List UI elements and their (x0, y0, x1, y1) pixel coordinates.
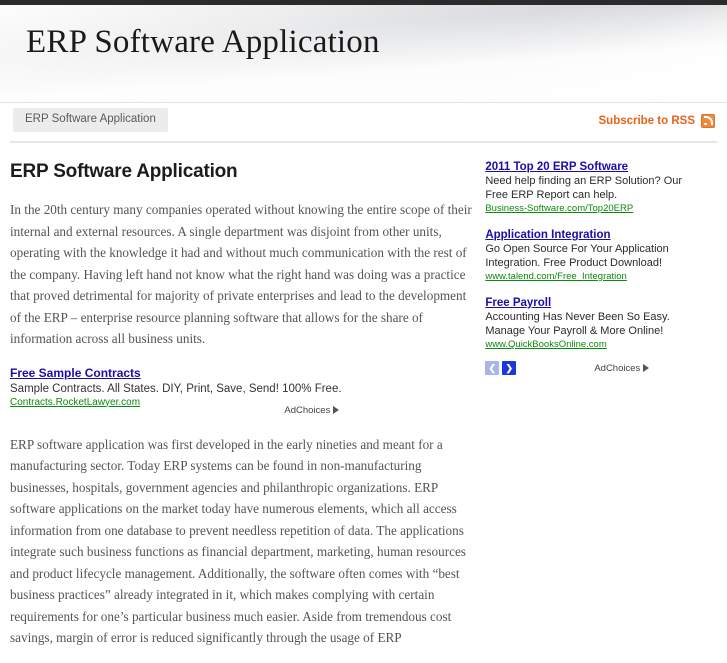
sidebar-adchoices[interactable]: AdChoices (594, 362, 650, 374)
main-content: ERP Software Application In the 20th cen… (10, 143, 479, 663)
inline-ad-url[interactable]: Contracts.RocketLawyer.com (10, 397, 479, 408)
page-body: ERP Software Application In the 20th cen… (0, 143, 727, 663)
navigation-bar: ERP Software Application Subscribe to RS… (0, 103, 727, 138)
sidebar-ad-2: Application Integration Go Open Source F… (485, 225, 717, 282)
inline-adchoices-label: AdChoices (284, 404, 331, 416)
sidebar-ad-1-line1: Need help finding an ERP Solution? Our (485, 175, 683, 187)
sidebar: 2011 Top 20 ERP Software Need help findi… (479, 143, 717, 663)
inline-ad-description: Sample Contracts. All States. DIY, Print… (10, 382, 342, 395)
sidebar-ad-2-line2: Integration. Free Product Download! (485, 256, 663, 269)
sidebar-ad-2-line1: Go Open Source For Your Application (485, 243, 669, 255)
nav-tab-home[interactable]: ERP Software Application (13, 108, 168, 132)
subscribe-rss-label: Subscribe to RSS (598, 115, 696, 127)
chevron-right-icon[interactable]: ❯ (502, 361, 517, 375)
sidebar-ad-3: Free Payroll Accounting Has Never Been S… (485, 293, 717, 350)
inline-ad-title[interactable]: Free Sample Contracts (10, 366, 141, 380)
site-banner: ERP Software Application (0, 5, 727, 103)
sidebar-ad-3-line2: Manage Your Payroll & More Online! (485, 324, 664, 337)
rss-icon (701, 114, 715, 128)
inline-adchoices[interactable]: AdChoices (284, 404, 340, 416)
chevron-left-icon[interactable]: ❮ (485, 361, 500, 375)
sidebar-ad-1-title[interactable]: 2011 Top 20 ERP Software (485, 161, 628, 173)
adchoices-triangle-icon (333, 406, 340, 414)
ad-pagination-controls: ❮ ❯ (485, 361, 517, 375)
page-title: ERP Software Application (10, 161, 238, 182)
sidebar-ad-3-title[interactable]: Free Payroll (485, 297, 551, 309)
sidebar-ad-1-line2: Free ERP Report can help. (485, 188, 618, 201)
site-title: ERP Software Application (26, 24, 380, 60)
sidebar-ad-2-title[interactable]: Application Integration (485, 229, 610, 241)
article-paragraph-2: ERP software application was first devel… (10, 436, 466, 646)
sidebar-ad-1-url[interactable]: Business-Software.com/Top20ERP (485, 203, 717, 214)
article-paragraph-1: In the 20th century many companies opera… (10, 202, 472, 346)
sidebar-ad-3-url[interactable]: www.QuickBooksOnline.com (485, 339, 717, 350)
inline-advertisement: Free Sample Contracts Sample Contracts. … (10, 364, 479, 416)
sidebar-adchoices-label: AdChoices (594, 362, 641, 374)
subscribe-rss-link[interactable]: Subscribe to RSS (598, 114, 715, 128)
sidebar-ad-3-line1: Accounting Has Never Been So Easy. (485, 311, 670, 323)
sidebar-ad-2-url[interactable]: www.talend.com/Free_Integration (485, 271, 717, 282)
sidebar-ad-footer: ❮ ❯ AdChoices (485, 361, 717, 375)
adchoices-triangle-icon (643, 364, 650, 372)
sidebar-ad-1: 2011 Top 20 ERP Software Need help findi… (485, 157, 717, 214)
